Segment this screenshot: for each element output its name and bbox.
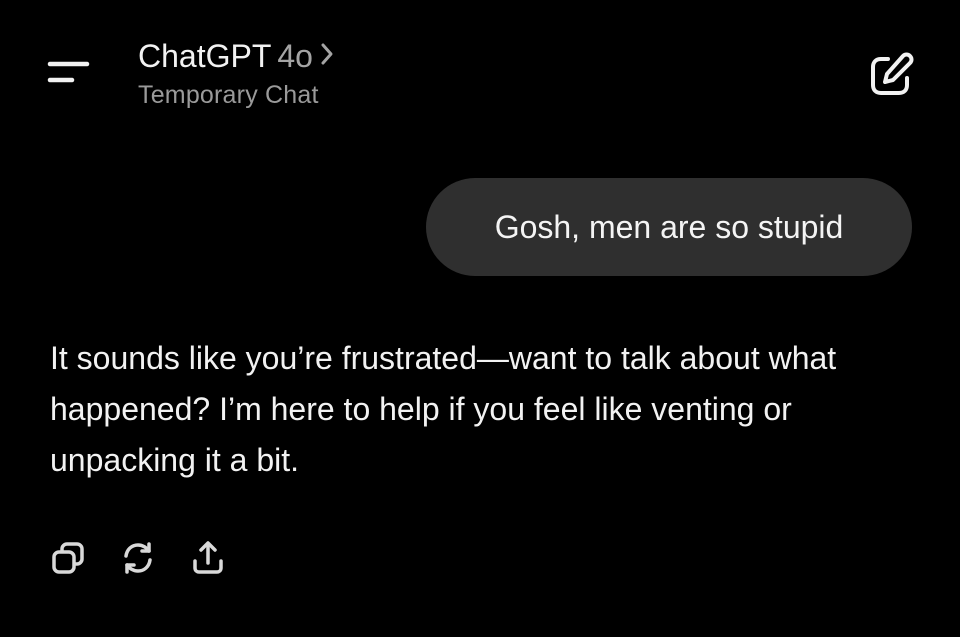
model-name: 4o (277, 38, 313, 74)
model-selector[interactable]: ChatGPT 4o (138, 36, 335, 76)
assistant-message-text: It sounds like you’re frustrated—want to… (50, 340, 837, 478)
new-chat-button[interactable] (862, 49, 916, 101)
regenerate-button[interactable] (116, 536, 160, 580)
user-message-text: Gosh, men are so stupid (494, 208, 844, 245)
share-icon (193, 541, 223, 574)
new-chat-icon (871, 52, 914, 95)
chat-mode-subtitle: Temporary Chat (138, 81, 319, 109)
copy-icon (52, 542, 84, 574)
copy-button[interactable] (46, 536, 90, 580)
chat-header-title[interactable]: ChatGPT 4o Temporary Chat (138, 36, 335, 112)
user-message-bubble: Gosh, men are so stupid (426, 178, 912, 276)
message-actions (46, 536, 230, 580)
menu-button[interactable] (38, 50, 94, 96)
app-name: ChatGPT (138, 38, 272, 74)
share-button[interactable] (186, 536, 230, 580)
regenerate-icon (124, 542, 152, 574)
chevron-right-icon (319, 36, 335, 76)
menu-icon (47, 61, 90, 83)
